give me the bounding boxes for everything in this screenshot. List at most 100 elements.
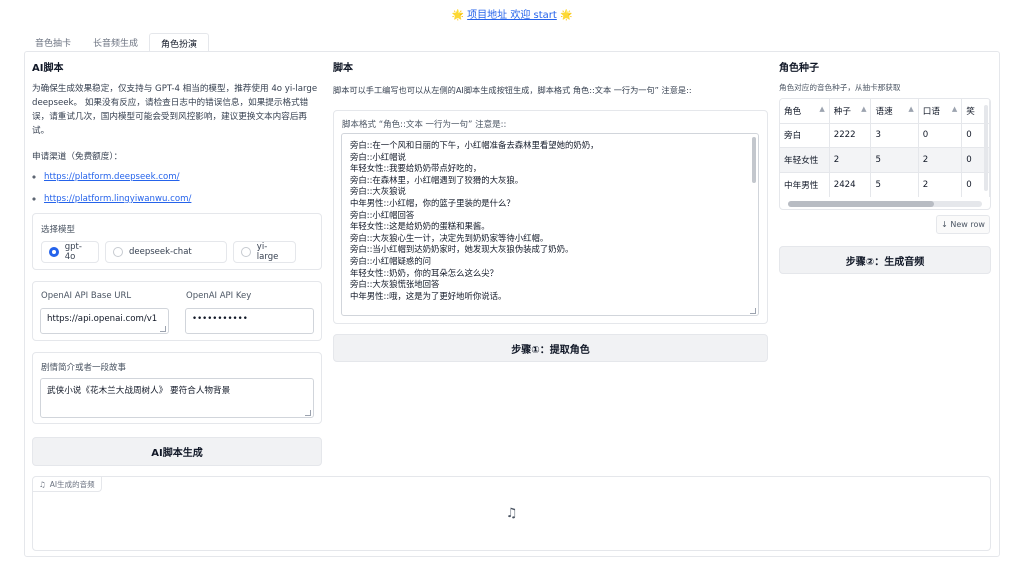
star-icon: 🌟: [560, 10, 573, 21]
table-cell[interactable]: 2: [918, 171, 963, 197]
star-icon: 🌟: [451, 10, 464, 21]
story-settings: 剧情简介或者一段故事 武侠小说《花木兰大战周树人》 要符合人物背景: [32, 352, 322, 424]
resize-handle-icon[interactable]: [750, 308, 756, 314]
model-selector: 选择模型 gpt-4o deepseek-chat yi-large: [32, 213, 322, 270]
horizontal-scrollbar[interactable]: [788, 201, 982, 207]
lingyiwanwu-link[interactable]: https://platform.lingyiwanwu.com/: [44, 194, 191, 204]
script-textarea[interactable]: 旁白::在一个风和日丽的下午，小红帽准备去森林里看望她的奶奶， 旁白::小红帽说…: [341, 133, 759, 316]
music-note-icon: ♫: [39, 479, 46, 489]
column-header[interactable]: 口语 ▲: [918, 99, 963, 123]
script-line: 旁白::在森林里，小红帽遇到了狡猾的大灰狼。: [350, 174, 524, 185]
script-line: 旁白::大灰狼慌张地回答: [350, 279, 440, 290]
list-item: https://platform.deepseek.com/: [44, 166, 322, 188]
audio-placeholder-icon: ♫: [505, 506, 518, 521]
sort-icon[interactable]: ▲: [908, 105, 913, 113]
tab-voice-draw[interactable]: 音色抽卡: [24, 33, 82, 52]
deepseek-link[interactable]: https://platform.deepseek.com/: [44, 172, 180, 182]
audio-label-text: AI生成的音频: [49, 479, 95, 489]
tab-long-audio[interactable]: 长音频生成: [82, 33, 149, 52]
table-header-row: 角色 ▲ 种子 ▲ 语速 ▲ 口语 ▲ 笑: [780, 99, 990, 123]
script-line: 旁白::当小红帽到达奶奶家时，她发现大灰狼伪装成了奶奶。: [350, 244, 574, 255]
base-url-value: https://api.openai.com/v1: [47, 314, 158, 324]
table-cell[interactable]: 5: [870, 147, 919, 172]
apply-link-list: https://platform.deepseek.com/ https://p…: [44, 166, 322, 210]
seeds-grid: 角色 ▲ 种子 ▲ 语速 ▲ 口语 ▲ 笑 旁白 2222 3 0 0 年轻女性 2 5…: [780, 99, 990, 197]
generate-audio-button[interactable]: 步骤②：生成音频: [779, 246, 991, 274]
model-option-gpt-4o[interactable]: gpt-4o: [41, 241, 99, 263]
story-input[interactable]: 武侠小说《花木兰大战周树人》 要符合人物背景: [40, 378, 314, 418]
script-line: 年轻女性::我要给奶奶带点好吃的，: [350, 163, 482, 174]
script-line: 年轻女性::奶奶，你的耳朵怎么这么尖？: [350, 267, 499, 278]
radio-icon: [49, 247, 59, 257]
script-line: 中年男性::哦，这是为了更好地听你说话。: [350, 290, 507, 301]
script-line: 中年男性::小红帽，你的篮子里装的是什么？: [350, 197, 515, 208]
story-label: 剧情简介或者一段故事: [41, 363, 127, 373]
sort-icon[interactable]: ▲: [819, 105, 824, 113]
ai-script-generate-button[interactable]: AI脚本生成: [32, 437, 322, 466]
project-banner: 🌟 项目地址 欢迎 start 🌟: [0, 6, 1024, 21]
scrollbar-thumb[interactable]: [752, 137, 756, 183]
script-title: 脚本: [333, 63, 353, 74]
table-cell[interactable]: 中年男性: [780, 171, 830, 197]
ai-script-title: AI脚本: [32, 63, 64, 74]
story-value: 武侠小说《花木兰大战周树人》 要符合人物背景: [47, 386, 231, 396]
tab-bar: 音色抽卡 长音频生成 角色扮演: [24, 33, 210, 52]
audio-label: ♫ AI生成的音频: [33, 477, 102, 492]
script-area-label: 脚本格式 “角色::文本 一行为一句” 注意是::: [342, 120, 507, 130]
ai-script-description: 为确保生成效果稳定，仅支持与 GPT-4 相当的模型，推荐使用 4o yi-la…: [32, 82, 322, 210]
scrollbar-thumb[interactable]: [788, 201, 934, 207]
api-key-label: OpenAI API Key: [186, 291, 252, 301]
resize-handle-icon[interactable]: [305, 410, 311, 416]
ai-script-notice: 为确保生成效果稳定，仅支持与 GPT-4 相当的模型，推荐使用 4o yi-la…: [32, 84, 318, 136]
table-cell[interactable]: 旁白: [780, 122, 830, 148]
script-line: 旁白::大灰狼说: [350, 186, 406, 197]
api-key-input[interactable]: •••••••••••: [185, 308, 314, 334]
model-option-label: deepseek-chat: [129, 247, 192, 257]
table-cell[interactable]: 2222: [829, 122, 872, 148]
base-url-label: OpenAI API Base URL: [41, 291, 132, 301]
table-cell[interactable]: 5: [870, 171, 919, 197]
apply-channel-label: 申请渠道（免费额度）：: [32, 152, 123, 162]
vertical-scrollbar[interactable]: [984, 105, 988, 191]
api-settings: OpenAI API Base URL https://api.openai.c…: [32, 281, 322, 341]
seeds-title: 角色种子: [779, 63, 819, 74]
list-item: https://platform.lingyiwanwu.com/: [44, 188, 322, 210]
column-header[interactable]: 语速 ▲: [870, 99, 919, 123]
table-row: 旁白 2222 3 0 0: [780, 122, 990, 148]
sort-icon[interactable]: ▲: [952, 105, 957, 113]
table-cell[interactable]: 2: [829, 147, 872, 172]
script-line: 旁白::小红帽说: [350, 151, 406, 162]
project-link[interactable]: 项目地址 欢迎 start: [467, 10, 557, 21]
model-option-label: yi-large: [256, 242, 279, 262]
script-line: 旁白::大灰狼心生一计，决定先到奶奶家等待小红帽。: [350, 232, 549, 243]
table-cell[interactable]: 2: [918, 147, 963, 172]
api-key-value: •••••••••••: [192, 314, 248, 324]
model-label: 选择模型: [41, 225, 76, 235]
table-row: 年轻女性 2 5 2 0: [780, 147, 990, 172]
script-description: 脚本可以手工编写也可以从左侧的AI脚本生成按钮生成，脚本格式 角色::文本 一行…: [333, 85, 692, 95]
model-option-deepseek-chat[interactable]: deepseek-chat: [105, 241, 227, 263]
new-row-button[interactable]: ↓ New row: [936, 215, 990, 234]
table-cell[interactable]: 3: [870, 122, 919, 148]
seeds-table: 角色 ▲ 种子 ▲ 语速 ▲ 口语 ▲ 笑 旁白 2222 3 0 0 年轻女性 2 5…: [779, 98, 991, 210]
sort-icon[interactable]: ▲: [861, 105, 866, 113]
script-line: 旁白::小红帽疑惑的问: [350, 255, 432, 266]
table-row: 中年男性 2424 5 2 0: [780, 171, 990, 197]
resize-handle-icon[interactable]: [160, 326, 166, 332]
radio-icon: [113, 247, 123, 257]
column-header[interactable]: 种子 ▲: [829, 99, 872, 123]
tab-role-play[interactable]: 角色扮演: [149, 33, 210, 52]
audio-output: ♫ AI生成的音频 ♫: [32, 476, 991, 551]
radio-icon: [241, 247, 251, 257]
table-cell[interactable]: 0: [918, 122, 963, 148]
column-header[interactable]: 角色 ▲: [780, 99, 830, 123]
table-cell[interactable]: 年轻女性: [780, 147, 830, 172]
extract-roles-button[interactable]: 步骤①：提取角色: [333, 334, 768, 362]
model-option-label: gpt-4o: [64, 242, 82, 262]
script-line: 旁白::在一个风和日丽的下午，小红帽准备去森林里看望她的奶奶，: [350, 140, 599, 150]
table-cell[interactable]: 2424: [829, 171, 872, 197]
model-option-yi-large[interactable]: yi-large: [233, 241, 296, 263]
base-url-input[interactable]: https://api.openai.com/v1: [40, 308, 169, 334]
seeds-description: 角色对应的音色种子，从抽卡那获取: [779, 83, 901, 92]
script-line: 年轻女性::这是给奶奶的蛋糕和果酱。: [350, 221, 490, 232]
